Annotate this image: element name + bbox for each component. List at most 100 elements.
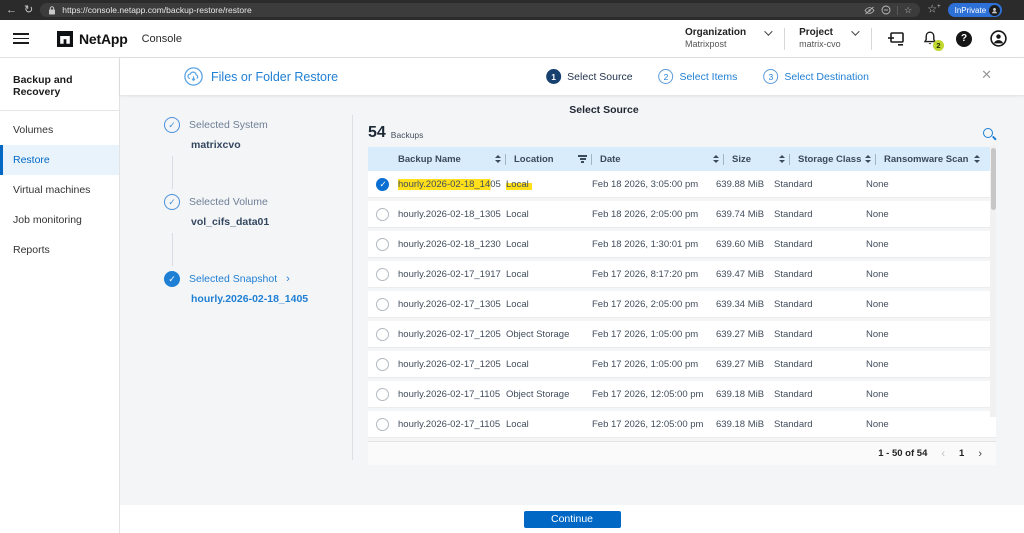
radio-button[interactable] xyxy=(376,207,389,221)
table-row[interactable]: hourly.2026-02-17_1205 Local Feb 17 2026… xyxy=(368,351,996,378)
column-header[interactable]: Size xyxy=(732,153,790,165)
size-cell: 639.60 MiB xyxy=(716,238,765,250)
radio-button[interactable] xyxy=(376,177,389,191)
wizard-step-label: Select Destination xyxy=(784,70,869,83)
sidebar-item[interactable]: Volumes xyxy=(0,115,119,145)
browser-back-icon[interactable]: ← xyxy=(6,4,17,16)
divider xyxy=(784,27,786,50)
column-header[interactable]: Storage Class xyxy=(798,153,876,165)
wizard-step-label: Select Items xyxy=(679,70,738,83)
column-header[interactable]: Backup Name xyxy=(398,153,506,165)
summary-step-value: matrixcvo xyxy=(191,139,241,151)
table-row[interactable]: hourly.2026-02-17_1105 Local Feb 17 2026… xyxy=(368,411,996,438)
storage-class-cell: Standard xyxy=(774,268,813,280)
summary-step-label[interactable]: Selected System xyxy=(189,119,268,131)
favorite-star-icon[interactable]: ☆ xyxy=(904,5,912,16)
sort-icon[interactable] xyxy=(713,155,719,163)
column-header[interactable]: Ransomware Scan xyxy=(884,154,984,165)
table-row[interactable]: hourly.2026-02-17_1305 Local Feb 17 2026… xyxy=(368,291,996,318)
scrollbar-thumb[interactable] xyxy=(990,148,996,210)
continue-button[interactable]: Continue xyxy=(523,510,621,528)
help-icon[interactable]: ? xyxy=(954,29,974,49)
location-cell: Local xyxy=(506,268,529,280)
section-title: Select Source xyxy=(569,104,639,116)
sort-icon[interactable] xyxy=(495,155,501,163)
search-icon[interactable] xyxy=(982,127,996,141)
browser-refresh-icon[interactable]: ↻ xyxy=(24,4,33,16)
table-row[interactable]: hourly.2026-02-18_1405 Local Feb 18 2026… xyxy=(368,171,996,198)
sidebar-item[interactable]: Virtual machines xyxy=(0,175,119,205)
location-cell: Local xyxy=(506,358,529,370)
check-circle-icon xyxy=(164,194,180,210)
radio-button[interactable] xyxy=(376,417,389,431)
date-cell: Feb 18 2026, 3:05:00 pm xyxy=(592,178,699,190)
wizard-header: Files or Folder Restore 1 Select Source … xyxy=(120,58,1024,95)
sort-icon[interactable] xyxy=(974,155,980,163)
storage-class-cell: Standard xyxy=(774,238,813,250)
radio-button[interactable] xyxy=(376,387,389,401)
radio-button[interactable] xyxy=(376,357,389,371)
storage-class-cell: Standard xyxy=(774,418,813,430)
table-row[interactable]: hourly.2026-02-17_1205 Object Storage Fe… xyxy=(368,321,996,348)
location-cell: Local xyxy=(506,178,532,190)
table-row[interactable]: hourly.2026-02-18_1230 Local Feb 18 2026… xyxy=(368,231,996,258)
radio-button[interactable] xyxy=(376,327,389,341)
current-page[interactable]: 1 xyxy=(959,448,964,459)
summary-step-label[interactable]: Selected Snapshot xyxy=(189,273,277,285)
close-icon[interactable]: ✕ xyxy=(981,67,992,83)
column-header[interactable]: Date xyxy=(600,153,724,165)
table-scrollbar[interactable] xyxy=(990,145,996,417)
sidebar-item[interactable]: Job monitoring xyxy=(0,205,119,235)
divider xyxy=(871,27,872,50)
step-connector xyxy=(172,233,173,266)
sort-icon[interactable] xyxy=(865,155,871,163)
column-header[interactable]: Location xyxy=(514,153,592,165)
browser-toolbar: ← ↻ https://console.netapp.com/backup-re… xyxy=(0,0,1024,20)
sidebar-item[interactable]: Restore xyxy=(0,145,119,175)
divider xyxy=(352,115,353,460)
radio-button[interactable] xyxy=(376,297,389,311)
collections-icon[interactable]: ☆+ xyxy=(927,4,940,16)
menu-hamburger-icon[interactable] xyxy=(13,33,29,44)
backup-name-cell: hourly.2026-02-17_1205 xyxy=(398,328,501,340)
sidebar-title: Backup and Recovery xyxy=(13,74,73,98)
location-cell: Object Storage xyxy=(506,328,570,340)
account-icon[interactable] xyxy=(988,29,1008,49)
ransomware-scan-cell: None xyxy=(866,268,889,280)
console-switcher-icon[interactable] xyxy=(886,29,906,49)
inprivate-badge[interactable]: InPrivate xyxy=(947,3,1003,17)
ransomware-scan-cell: None xyxy=(866,238,889,250)
table-row[interactable]: hourly.2026-02-17_1105 Object Storage Fe… xyxy=(368,381,996,408)
radio-button[interactable] xyxy=(376,237,389,251)
backup-name-cell: hourly.2026-02-17_1305 xyxy=(398,298,501,310)
sidebar-item[interactable]: Reports xyxy=(0,235,119,265)
next-page-icon[interactable]: › xyxy=(978,448,982,460)
table-row[interactable]: hourly.2026-02-17_1917 Local Feb 17 2026… xyxy=(368,261,996,288)
backup-name-cell: hourly.2026-02-17_1105 xyxy=(398,388,501,400)
previous-page-icon[interactable]: ‹ xyxy=(941,448,945,460)
filter-icon[interactable] xyxy=(578,155,587,163)
column-header-label: Storage Class xyxy=(798,153,862,165)
tracking-prevention-icon[interactable] xyxy=(881,5,891,15)
notifications-bell-icon[interactable]: 2 xyxy=(920,29,944,51)
backup-name-cell: hourly.2026-02-18_1405 xyxy=(398,178,501,190)
ransomware-scan-cell: None xyxy=(866,208,889,220)
inprivate-label: InPrivate xyxy=(954,5,987,15)
chevron-right-icon: › xyxy=(286,273,290,285)
sort-icon[interactable] xyxy=(779,155,785,163)
wizard-step-number: 3 xyxy=(763,69,779,84)
password-eye-slash-icon[interactable] xyxy=(864,6,875,15)
column-header-label: Ransomware Scan xyxy=(884,153,969,165)
divider xyxy=(897,5,899,15)
storage-class-cell: Standard xyxy=(774,328,813,340)
radio-button[interactable] xyxy=(376,267,389,281)
organization-selector[interactable]: Organization Matrixpost xyxy=(685,27,773,51)
project-selector[interactable]: Project matrix-cvo xyxy=(799,27,860,51)
summary-step-label[interactable]: Selected Volume xyxy=(189,196,268,208)
address-bar[interactable]: https://console.netapp.com/backup-restor… xyxy=(40,3,921,17)
ransomware-scan-cell: None xyxy=(866,358,889,370)
sidebar-item-label: Volumes xyxy=(13,124,54,136)
wizard-title: Files or Folder Restore xyxy=(211,69,339,84)
table-row[interactable]: hourly.2026-02-18_1305 Local Feb 18 2026… xyxy=(368,201,996,228)
date-cell: Feb 17 2026, 1:05:00 pm xyxy=(592,328,699,340)
